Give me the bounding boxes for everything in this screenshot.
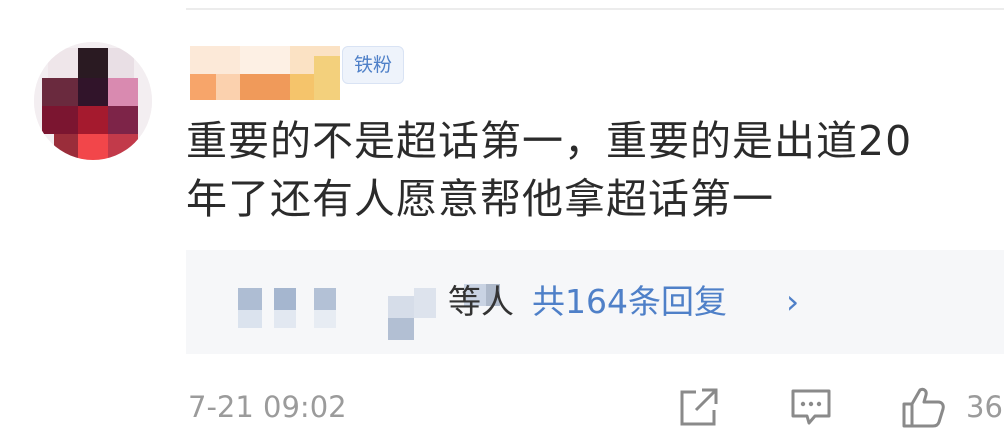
like-count: 36 xyxy=(966,390,1003,424)
replies-box[interactable]: 等人 共164条回复 › xyxy=(186,250,1004,354)
comment-text: 重要的不是超话第一，重要的是出道20 年了还有人愿意帮他拿超话第一 xyxy=(186,112,1004,228)
like-button[interactable] xyxy=(900,384,948,430)
replies-count-link[interactable]: 共164条回复 xyxy=(532,280,727,324)
comment-button[interactable] xyxy=(788,384,834,430)
top-divider xyxy=(186,8,1004,10)
replies-suffix: 等人 xyxy=(448,282,514,321)
share-icon xyxy=(680,388,718,426)
comment-line-2: 年了还有人愿意帮他拿超话第一 xyxy=(186,175,774,223)
comment-timestamp: 7-21 09:02 xyxy=(188,390,347,424)
thumbs-up-icon xyxy=(902,387,945,428)
username-blurred[interactable] xyxy=(190,46,340,102)
avatar[interactable] xyxy=(34,42,152,160)
comment-icon xyxy=(791,389,831,425)
fan-badge: 铁粉 xyxy=(342,46,404,84)
comment-line-1: 重要的不是超话第一，重要的是出道20 xyxy=(186,117,913,165)
share-button[interactable] xyxy=(676,384,722,430)
chevron-right-icon[interactable]: › xyxy=(786,280,799,324)
repliers-blurred xyxy=(238,278,500,340)
